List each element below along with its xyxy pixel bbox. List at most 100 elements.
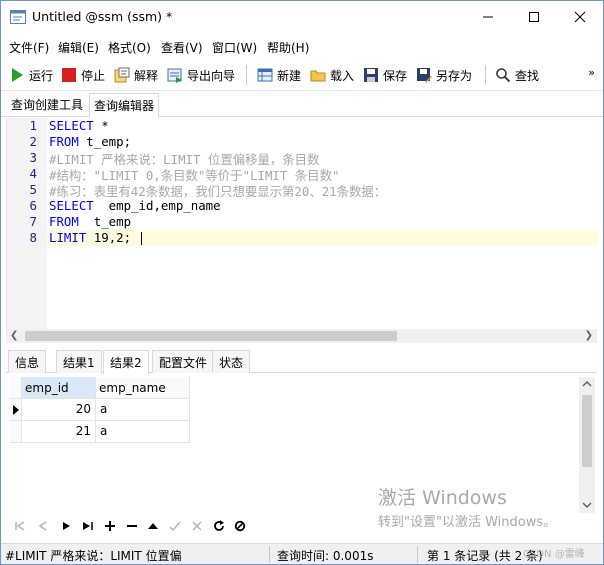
find-button[interactable]: 查找 xyxy=(495,64,539,86)
query-app-icon xyxy=(10,10,26,24)
column-header-emp-name[interactable]: emp_name xyxy=(96,377,190,399)
sql-text: emp_id,emp_name xyxy=(93,198,221,213)
record-navigation-bar xyxy=(10,515,594,537)
menu-edit[interactable]: 编辑(E) xyxy=(58,39,99,56)
tab-info[interactable]: 信息 xyxy=(8,350,47,373)
status-sql-preview: #LIMIT 严格来说：LIMIT 位置偏 xyxy=(5,549,182,563)
sql-keyword: FROM xyxy=(49,214,79,229)
sql-comment: #练习：表里有42条数据，我们只想要显示第20、21条数据： xyxy=(49,184,387,199)
code-text: LIMIT 19,2; xyxy=(49,230,131,245)
grid-scroll-thumb[interactable] xyxy=(582,395,592,467)
row-indicator[interactable] xyxy=(10,399,22,421)
edit-record-icon[interactable] xyxy=(147,520,159,532)
code-text: SELECT emp_id,emp_name xyxy=(49,198,221,213)
save-icon xyxy=(364,68,378,82)
menu-help[interactable]: 帮助(H) xyxy=(267,39,309,56)
tab-result-2[interactable]: 结果2 xyxy=(103,350,149,374)
save-as-icon xyxy=(417,68,432,83)
menu-view[interactable]: 查看(V) xyxy=(161,39,203,56)
previous-record-icon[interactable] xyxy=(37,520,49,532)
sql-keyword: LIMIT xyxy=(49,230,87,245)
sql-editor[interactable]: 1 SELECT * 2 FROM t_emp; 3 #LIMIT 严格来说：LIMIT … xyxy=(6,118,598,330)
save-label: 保存 xyxy=(383,68,408,83)
line-number: 4 xyxy=(29,166,37,181)
toolbar-divider xyxy=(485,65,486,85)
column-header-emp-id[interactable]: emp_id xyxy=(22,377,96,399)
apply-changes-icon[interactable] xyxy=(169,520,181,532)
discard-changes-icon[interactable] xyxy=(191,520,203,532)
explain-icon xyxy=(114,67,130,83)
cell-emp-name[interactable]: a xyxy=(96,421,190,443)
export-wizard-button[interactable]: 导出向导 xyxy=(167,64,235,86)
cell-emp-name[interactable]: a xyxy=(96,399,190,421)
close-icon xyxy=(574,11,586,23)
status-divider xyxy=(269,546,270,563)
cell-emp-id[interactable]: 21 xyxy=(22,421,96,443)
last-record-icon[interactable] xyxy=(82,520,94,532)
row-indicator[interactable] xyxy=(10,421,22,443)
export-icon xyxy=(167,68,182,83)
cell-emp-id[interactable]: 20 xyxy=(22,399,96,421)
sql-keyword: SELECT xyxy=(49,118,94,133)
menu-format[interactable]: 格式(O) xyxy=(108,39,151,56)
toolbar-overflow-button[interactable]: » xyxy=(588,66,595,79)
next-record-icon[interactable] xyxy=(60,520,72,532)
load-label: 载入 xyxy=(330,68,355,83)
sql-keyword: SELECT xyxy=(49,198,94,213)
minimize-button[interactable] xyxy=(465,1,511,33)
grid-corner xyxy=(10,377,22,399)
explain-label: 解释 xyxy=(134,68,159,83)
tab-query-builder[interactable]: 查询创建工具 xyxy=(7,93,87,117)
refresh-icon[interactable] xyxy=(213,520,225,532)
search-icon xyxy=(496,68,511,83)
code-text: FROM t_emp; xyxy=(49,134,131,149)
line-number: 6 xyxy=(29,198,37,213)
sql-comment: #LIMIT 严格来说：LIMIT 位置偏移量，条目数 xyxy=(49,152,320,167)
scroll-left-icon[interactable]: ❮ xyxy=(10,330,18,341)
sql-keyword: FROM xyxy=(49,134,79,149)
stop-button[interactable]: 停止 xyxy=(61,64,105,86)
first-record-icon[interactable] xyxy=(14,520,26,532)
scroll-up-icon[interactable] xyxy=(582,380,592,388)
activation-watermark-title: 激活 Windows xyxy=(378,487,507,509)
delete-record-icon[interactable] xyxy=(126,520,138,532)
line-number: 8 xyxy=(29,230,37,245)
save-as-label: 另存为 xyxy=(436,68,473,83)
save-button[interactable]: 保存 xyxy=(363,64,407,86)
find-label: 查找 xyxy=(515,68,540,83)
stop-query-icon[interactable] xyxy=(234,520,246,532)
editor-tab-bar: 查询创建工具 查询编辑器 xyxy=(1,91,603,117)
explain-button[interactable]: 解释 xyxy=(114,64,158,86)
run-button[interactable]: 运行 xyxy=(9,64,53,86)
scroll-down-icon[interactable] xyxy=(582,501,592,509)
close-button[interactable] xyxy=(557,1,603,33)
grid-vertical-scrollbar[interactable] xyxy=(579,377,595,513)
tab-query-editor[interactable]: 查询编辑器 xyxy=(89,93,160,117)
load-button[interactable]: 载入 xyxy=(310,64,354,86)
tab-result-1[interactable]: 结果1 xyxy=(56,350,102,373)
current-row-arrow-icon xyxy=(13,405,19,415)
toolbar: 运行 停止 解释 导出向导 新建 载入 保存 另存为 查找 » xyxy=(1,59,603,91)
code-text: SELECT * xyxy=(49,118,109,133)
status-divider xyxy=(417,546,418,563)
menu-bar: 文件(F) 编辑(E) 格式(O) 查看(V) 窗口(W) 帮助(H) xyxy=(1,36,603,58)
new-button[interactable]: 新建 xyxy=(257,64,301,86)
menu-file[interactable]: 文件(F) xyxy=(9,39,49,56)
editor-scroll-thumb[interactable] xyxy=(25,331,397,341)
scroll-right-icon[interactable]: ❯ xyxy=(585,330,593,341)
menu-window[interactable]: 窗口(W) xyxy=(212,39,257,56)
export-wizard-label: 导出向导 xyxy=(187,68,236,83)
tab-status[interactable]: 状态 xyxy=(212,350,251,373)
minimize-icon xyxy=(483,16,493,18)
new-label: 新建 xyxy=(277,68,302,83)
tab-profile[interactable]: 配置文件 xyxy=(152,350,215,373)
line-number: 5 xyxy=(29,182,37,197)
app-window: Untitled @ssm (ssm) * 文件(F) 编辑(E) 格式(O) … xyxy=(0,0,604,565)
run-label: 运行 xyxy=(29,68,54,83)
sql-comment: #结构："LIMIT 0,条目数"等价于"LIMIT 条目数" xyxy=(49,168,340,183)
add-record-icon[interactable] xyxy=(104,520,116,532)
editor-horizontal-scrollbar[interactable]: ❮ ❯ xyxy=(6,329,597,343)
sql-text: t_emp xyxy=(78,214,132,229)
save-as-button[interactable]: 另存为 xyxy=(416,64,472,86)
maximize-button[interactable] xyxy=(511,1,557,33)
